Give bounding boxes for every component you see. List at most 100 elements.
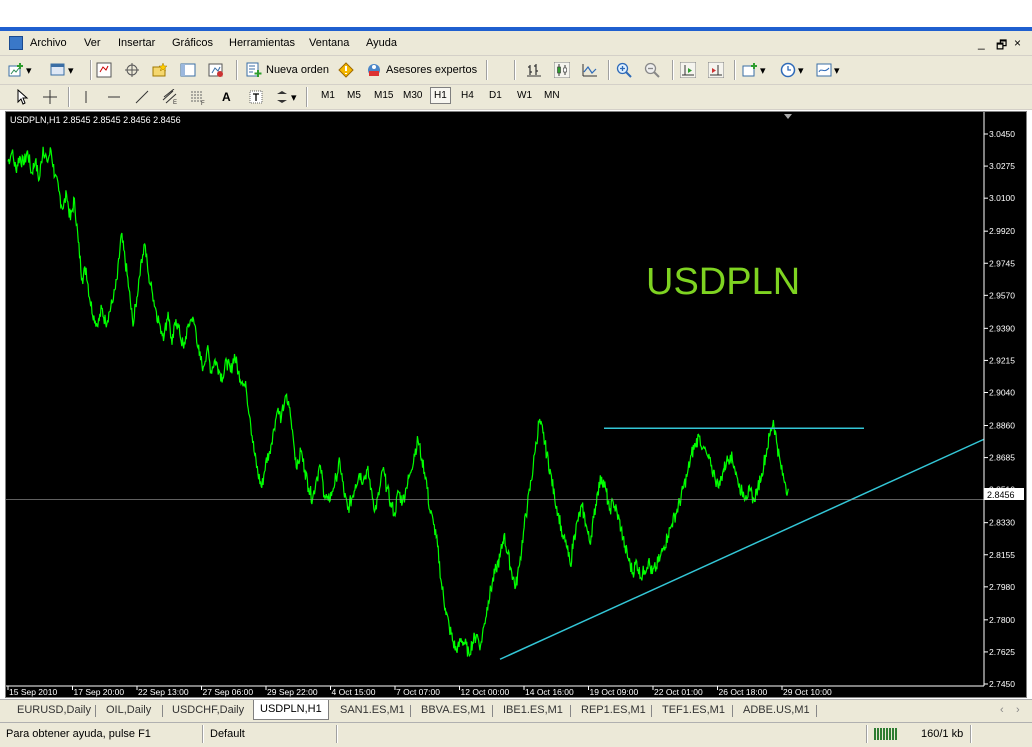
status-separator (336, 725, 338, 743)
new-chart-icon (8, 63, 23, 77)
bar-chart-icon (527, 64, 541, 77)
toolbar-separator (672, 60, 674, 80)
zoom-in-button[interactable] (616, 60, 632, 80)
status-bar: Para obtener ayuda, pulse F1 Default 160… (0, 722, 1032, 747)
clock-icon (780, 62, 796, 78)
trendline-tool[interactable] (134, 87, 150, 107)
chart-shift-button[interactable] (708, 60, 724, 80)
arrows-tool[interactable]: ▾ (274, 87, 297, 107)
y-tick-label: 2.9040 (989, 388, 1015, 398)
menu-insertar[interactable]: Insertar (118, 37, 155, 49)
timeframe-m30[interactable]: M30 (400, 88, 425, 103)
timeframe-w1[interactable]: W1 (514, 88, 535, 103)
channel-tool[interactable]: E (162, 87, 178, 107)
menu-herramientas[interactable]: Herramientas (229, 37, 295, 49)
close-button[interactable]: × (1014, 36, 1021, 50)
terminal-icon (180, 63, 196, 77)
periods-button[interactable]: ▾ (780, 60, 804, 80)
x-tick-label: 22 Sep 13:00 (138, 687, 189, 697)
timeframe-d1[interactable]: D1 (486, 88, 505, 103)
tab-rep1[interactable]: REP1.ES,M1 (581, 704, 646, 716)
profile-status: Default (210, 728, 245, 740)
y-tick-label: 2.9570 (989, 290, 1015, 300)
restore-button[interactable]: 🗗 (996, 36, 1007, 57)
new-chart-button[interactable]: ▾ (8, 60, 32, 80)
x-tick-label: 4 Oct 15:00 (332, 687, 376, 697)
horizontal-line-tool[interactable] (106, 87, 122, 107)
price-chart[interactable]: USDPLN,H1 2.8545 2.8545 2.8456 2.8456 US… (6, 112, 1026, 697)
text-tool[interactable]: A (222, 87, 231, 107)
autoscroll-button[interactable] (680, 60, 696, 80)
menu-ayuda[interactable]: Ayuda (366, 37, 397, 49)
metaeditor-button[interactable] (338, 60, 354, 80)
crosshair-tool[interactable] (42, 87, 58, 107)
app-icon (9, 36, 23, 50)
menu-ventana[interactable]: Ventana (309, 37, 349, 49)
line-chart-icon (582, 64, 597, 77)
expert-advisors-button[interactable]: Asesores expertos (366, 60, 477, 80)
tab-usdpln-h1[interactable]: USDPLN,H1 (253, 700, 329, 720)
chart-shift-marker[interactable] (784, 114, 792, 119)
profiles-button[interactable]: ▾ (50, 60, 74, 80)
svg-text:E: E (173, 100, 177, 105)
tab-separator (95, 705, 96, 717)
tab-oil-daily[interactable]: OIL,Daily (106, 704, 151, 716)
horizontal-line-icon (108, 96, 120, 98)
tab-separator (570, 705, 571, 717)
tab-scroll-left[interactable]: ‹ (1000, 704, 1004, 716)
tab-scroll-right[interactable]: › (1016, 704, 1020, 716)
indicators-button[interactable]: ▾ (742, 60, 766, 80)
autoscroll-icon (680, 62, 696, 78)
bar-chart-button[interactable] (526, 60, 542, 80)
tab-bbva[interactable]: BBVA.ES,M1 (421, 704, 486, 716)
price-axis: 3.0450 3.0275 3.0100 2.9920 2.9745 2.9570 2.93… (6, 112, 1015, 689)
timeframe-mn[interactable]: MN (541, 88, 563, 103)
vertical-line-tool[interactable] (78, 87, 94, 107)
zoom-out-button[interactable] (644, 60, 660, 80)
tab-adbe[interactable]: ADBE.US,M1 (743, 704, 810, 716)
tab-ibe1[interactable]: IBE1.ES,M1 (503, 704, 563, 716)
market-watch-button[interactable] (96, 60, 112, 80)
data-window-button[interactable] (124, 60, 140, 80)
fibonacci-icon: F (191, 91, 205, 105)
cursor-tool[interactable] (14, 87, 30, 107)
navigator-star-icon (152, 62, 168, 77)
terminal-button[interactable] (180, 60, 196, 80)
timeframe-h4[interactable]: H4 (458, 88, 477, 103)
y-tick-label: 2.7450 (989, 679, 1015, 689)
tab-san1[interactable]: SAN1.ES,M1 (340, 704, 405, 716)
svg-text:F: F (201, 101, 205, 105)
tester-button[interactable] (208, 60, 224, 80)
text-label-tool[interactable] (248, 87, 264, 107)
tab-eurusd-daily[interactable]: EURUSD,Daily (17, 704, 91, 716)
profiles-icon (50, 63, 65, 76)
templates-button[interactable]: ▾ (816, 60, 840, 80)
y-tick-label: 2.8860 (989, 421, 1015, 431)
chart-window[interactable]: USDPLN,H1 2.8545 2.8545 2.8456 2.8456 US… (5, 111, 1027, 698)
y-tick-label: 3.0275 (989, 161, 1015, 171)
y-tick-label: 2.8685 (989, 453, 1015, 463)
y-tick-label: 2.9745 (989, 258, 1015, 268)
chart-info-text: USDPLN,H1 2.8545 2.8545 2.8456 2.8456 (10, 115, 181, 125)
fibonacci-tool[interactable]: F (190, 87, 206, 107)
cursor-icon (17, 89, 29, 105)
new-order-button[interactable]: Nueva orden (246, 60, 329, 80)
y-tick-label: 2.7625 (989, 647, 1015, 657)
menu-archivo[interactable]: Archivo (30, 37, 67, 49)
navigator-button[interactable] (152, 60, 168, 80)
templates-icon (816, 63, 832, 77)
x-tick-label: 29 Sep 22:00 (267, 687, 318, 697)
timeframe-m15[interactable]: M15 (371, 88, 396, 103)
tab-tef1[interactable]: TEF1.ES,M1 (662, 704, 725, 716)
minimize-button[interactable]: _ (978, 36, 985, 50)
chart-shift-icon (708, 62, 724, 78)
status-separator (970, 725, 972, 743)
menu-ver[interactable]: Ver (84, 37, 101, 49)
timeframe-h1[interactable]: H1 (430, 87, 451, 104)
tab-usdchf-daily[interactable]: USDCHF,Daily (172, 704, 244, 716)
timeframe-m5[interactable]: M5 (344, 88, 364, 103)
timeframe-m1[interactable]: M1 (318, 88, 338, 103)
line-chart-button[interactable] (582, 60, 598, 80)
menu-graficos[interactable]: Gráficos (172, 37, 213, 49)
candlestick-button[interactable] (554, 60, 570, 80)
